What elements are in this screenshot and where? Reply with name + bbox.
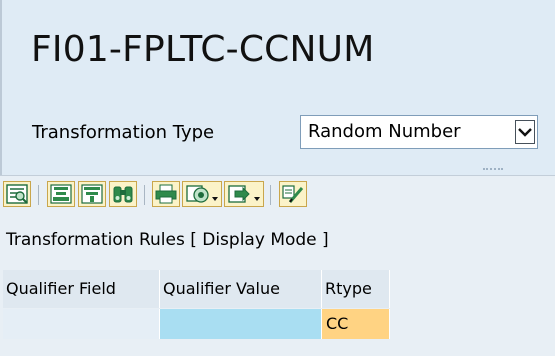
transformation-type-value: Random Number <box>308 121 461 142</box>
details-icon <box>6 184 28 204</box>
column-header-qualifier-value[interactable]: Qualifier Value <box>160 270 322 308</box>
filter-button[interactable] <box>78 181 106 207</box>
filter-icon <box>81 184 103 204</box>
export-icon <box>228 185 260 203</box>
print-icon <box>155 184 177 204</box>
page-title: FI01-FPLTC-CCNUM <box>31 29 375 70</box>
toolbar-separator <box>270 185 271 205</box>
cell-qualifier-field[interactable] <box>3 309 160 339</box>
rules-title: Transformation Rules [ Display Mode ] <box>6 230 329 250</box>
panel-border <box>0 0 2 175</box>
column-header-rtype[interactable]: Rtype <box>322 270 390 308</box>
grid-toolbar <box>0 176 555 214</box>
toolbar-separator <box>38 185 39 205</box>
transformation-type-select[interactable]: Random Number <box>300 115 538 149</box>
print-button[interactable] <box>152 181 180 207</box>
views-icon <box>186 185 218 203</box>
transformation-type-label: Transformation Type <box>32 122 215 143</box>
details-button[interactable] <box>3 181 31 207</box>
rules-panel: Transformation Rules [ Display Mode ] Qu… <box>0 175 555 356</box>
cell-qualifier-value[interactable] <box>160 309 322 339</box>
header-panel: FI01-FPLTC-CCNUM Transformation Type Ran… <box>0 0 555 175</box>
layout-icon <box>282 185 304 203</box>
splitter-handle[interactable] <box>483 168 503 172</box>
export-button[interactable] <box>224 181 264 207</box>
layout-button[interactable] <box>279 181 307 207</box>
cell-rtype[interactable]: CC <box>322 309 390 339</box>
align-button[interactable] <box>47 181 75 207</box>
column-header-qualifier-field[interactable]: Qualifier Field <box>3 270 160 308</box>
chevron-down-icon[interactable] <box>515 120 535 144</box>
align-icon <box>50 184 72 204</box>
views-button[interactable] <box>182 181 222 207</box>
toolbar-separator <box>144 185 145 205</box>
find-button[interactable] <box>109 181 137 207</box>
find-icon <box>113 186 133 203</box>
